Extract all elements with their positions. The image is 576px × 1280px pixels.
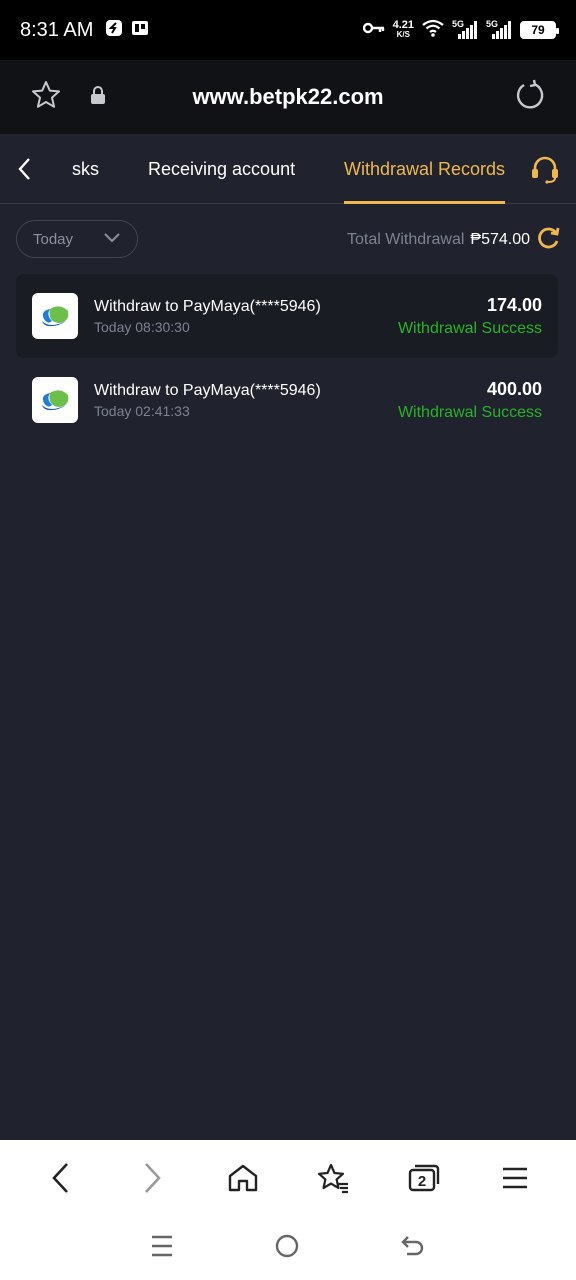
key-icon: [362, 21, 385, 40]
system-nav-bar: [0, 1216, 576, 1280]
signal-sim2-icon: 5G: [486, 19, 512, 39]
status-bar: 8:31 AM 4.21 K/S 5G 5G 79: [0, 0, 576, 60]
tab-receiving-account[interactable]: Receiving account: [148, 134, 295, 204]
home-icon[interactable]: [219, 1154, 267, 1202]
wifi-icon: [422, 19, 444, 42]
period-select-value: Today: [33, 230, 74, 248]
total-withdrawal-label: Total Withdrawal: [347, 231, 465, 248]
tab-bar: sks Receiving account Withdrawal Records: [0, 134, 576, 204]
chevron-down-icon: [103, 231, 121, 248]
period-select[interactable]: Today: [16, 220, 138, 258]
home-circle-icon[interactable]: [274, 1233, 300, 1264]
star-icon[interactable]: [30, 79, 62, 116]
forward-icon[interactable]: [128, 1154, 176, 1202]
system-back-icon[interactable]: [400, 1234, 426, 1263]
menu-icon[interactable]: [491, 1154, 539, 1202]
bookmarks-icon[interactable]: [309, 1154, 357, 1202]
record-title: Withdraw to PayMaya(****5946): [94, 297, 321, 315]
signal-sim1-icon: 5G: [452, 19, 478, 39]
back-icon[interactable]: [37, 1154, 85, 1202]
reload-icon[interactable]: [514, 79, 546, 116]
browser-url-bar: www.betpk22.com: [0, 60, 576, 134]
svg-text:2: 2: [418, 1173, 426, 1190]
paymaya-logo-icon: [32, 293, 78, 339]
list-item[interactable]: Withdraw to PayMaya(****5946) Today 08:3…: [16, 274, 558, 358]
record-amount: 400.00: [486, 378, 542, 399]
customer-support-icon[interactable]: [530, 154, 560, 189]
total-withdrawal-amount: ₱574.00: [470, 231, 530, 248]
record-amount: 174.00: [486, 294, 542, 315]
paymaya-logo-icon: [32, 377, 78, 423]
record-time: Today 08:30:30: [94, 318, 190, 335]
recent-apps-icon[interactable]: [150, 1235, 174, 1262]
lock-icon: [90, 85, 106, 110]
battery-indicator: 79: [520, 21, 559, 39]
list-item[interactable]: Withdraw to PayMaya(****5946) Today 02:4…: [16, 358, 558, 442]
record-time: Today 02:41:33: [94, 402, 190, 419]
total-withdrawal: Total Withdrawal ₱574.00: [347, 224, 562, 256]
back-arrow-icon[interactable]: [14, 156, 36, 187]
refresh-icon[interactable]: [536, 225, 562, 256]
record-status: Withdrawal Success: [397, 319, 542, 337]
tab-sks[interactable]: sks: [72, 134, 99, 204]
record-title: Withdraw to PayMaya(****5946): [94, 381, 321, 399]
url-text[interactable]: www.betpk22.com: [0, 84, 576, 110]
tab-withdrawal-records[interactable]: Withdrawal Records: [344, 134, 506, 204]
tabs-icon[interactable]: 2: [400, 1154, 448, 1202]
record-status: Withdrawal Success: [397, 403, 542, 421]
browser-bottom-nav: 2: [0, 1140, 576, 1216]
app-notification-icon: [131, 19, 149, 42]
network-speed: 4.21 K/S: [392, 19, 414, 40]
status-time: 8:31 AM: [20, 18, 94, 41]
shazam-icon: [105, 19, 123, 42]
